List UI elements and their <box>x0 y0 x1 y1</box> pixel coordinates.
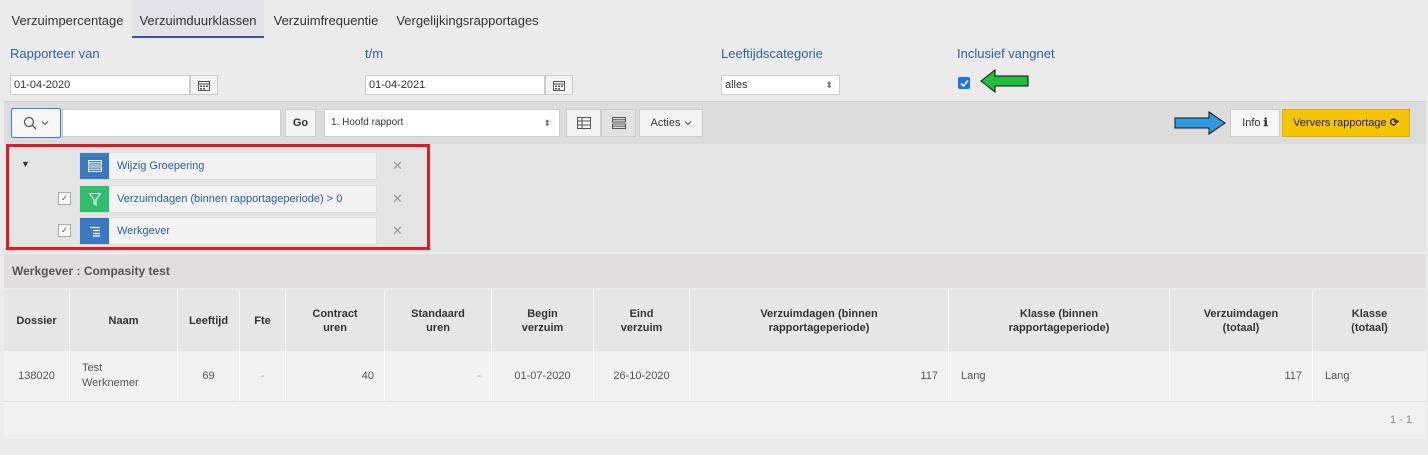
cell-fte: - <box>240 351 286 401</box>
green-arrow-annotation <box>980 69 1029 93</box>
vangnet-checkbox[interactable] <box>958 77 970 89</box>
chevron-down-icon <box>684 121 691 126</box>
search-input[interactable] <box>62 109 281 137</box>
table-row: 138020 Test Werknemer 69 - 40 - 01-07-20… <box>4 351 1426 401</box>
leeftijd-select[interactable]: alles ⬍ <box>721 75 840 95</box>
report-tabs: Verzuimpercentage Verzuimduurklassen Ver… <box>0 0 1428 38</box>
pagination-info: 1 - 1 <box>1389 414 1412 426</box>
tab-verzuimpercentage[interactable]: Verzuimpercentage <box>5 0 130 38</box>
select-arrows-icon: ⬍ <box>825 80 833 90</box>
report-select[interactable]: 1. Hoofd rapport ⬍ <box>324 109 560 137</box>
col-header-standaard-uren[interactable]: Standaard uren <box>385 290 492 351</box>
cell-eind-verzuim: 26-10-2020 <box>594 351 690 401</box>
acties-button[interactable]: Acties <box>639 109 703 137</box>
table-header: Dossier Naam Leeftijd Fte Contract uren … <box>4 290 1426 351</box>
col-header-eind-verzuim[interactable]: Eind verzuim <box>594 290 690 351</box>
vangnet-label: Inclusief vangnet <box>957 46 1055 61</box>
col-header-fte[interactable]: Fte <box>240 290 286 351</box>
col-header-dossier[interactable]: Dossier <box>4 290 70 351</box>
cell-contract-uren: 40 <box>286 351 385 401</box>
col-header-naam[interactable]: Naam <box>70 290 178 351</box>
cell-verzuimdagen-binnen: 117 <box>690 351 949 401</box>
chevron-down-icon <box>41 121 49 126</box>
calendar-icon[interactable] <box>190 75 218 95</box>
cell-naam: Test Werknemer <box>70 351 178 401</box>
rapporteer-van-input[interactable]: 01-04-2020 <box>10 75 190 95</box>
cell-leeftijd: 69 <box>178 351 240 401</box>
col-header-klasse-binnen[interactable]: Klasse (binnen rapportageperiode) <box>949 290 1170 351</box>
search-icon <box>23 116 37 130</box>
col-header-begin-verzuim[interactable]: Begin verzuim <box>492 290 594 351</box>
view-report-button[interactable] <box>566 109 601 137</box>
calendar-icon[interactable] <box>545 75 573 95</box>
refresh-report-button[interactable]: Ververs rapportage ⟳ <box>1282 109 1410 137</box>
info-label: Info <box>1242 117 1261 129</box>
cell-naam-line1: Test <box>82 362 103 374</box>
col-header-verzuimdagen-totaal[interactable]: Verzuimdagen (totaal) <box>1170 290 1313 351</box>
report-select-value: 1. Hoofd rapport <box>331 117 404 128</box>
col-header-verzuimdagen-binnen[interactable]: Verzuimdagen (binnen rapportageperiode) <box>690 290 949 351</box>
info-icon: ℹ <box>1263 116 1268 129</box>
tm-label: t/m <box>365 46 384 61</box>
tm-input[interactable]: 01-04-2021 <box>365 75 545 95</box>
cell-klasse-binnen: Lang <box>949 351 1170 401</box>
col-header-klasse-totaal[interactable]: Klasse (totaal) <box>1313 290 1426 351</box>
cell-naam-line2: Werknemer <box>82 377 139 389</box>
go-button[interactable]: Go <box>285 109 316 137</box>
cell-begin-verzuim: 01-07-2020 <box>492 351 594 401</box>
report-toolbar: Go 1. Hoofd rapport ⬍ Acties Info ℹ Verv… <box>4 101 1426 144</box>
refresh-label: Ververs rapportage <box>1293 117 1387 129</box>
search-column-button[interactable] <box>11 108 61 138</box>
info-button[interactable]: Info ℹ <box>1230 109 1280 137</box>
select-arrows-icon: ⬍ <box>543 118 551 128</box>
cell-klasse-totaal: Lang <box>1325 370 1350 382</box>
leeftijd-label: Leeftijdscategorie <box>721 46 823 61</box>
highlight-box-annotation <box>6 144 430 250</box>
cell-verzuimdagen-totaal: 117 <box>1170 351 1313 401</box>
acties-label: Acties <box>650 117 681 129</box>
control-break-header: Werkgever : Compasity test <box>4 254 1426 288</box>
col-header-leeftijd[interactable]: Leeftijd <box>178 290 240 351</box>
rapporteer-van-label: Rapporteer van <box>10 46 100 61</box>
group-view-icon <box>611 117 626 129</box>
cell-dossier: 138020 <box>4 351 70 401</box>
table-footer: 1 - 1 <box>4 401 1426 439</box>
refresh-icon: ⟳ <box>1389 117 1399 129</box>
col-header-contract-uren[interactable]: Contract uren <box>286 290 385 351</box>
tab-verzuimduurklassen[interactable]: Verzuimduurklassen <box>132 0 264 38</box>
blue-arrow-annotation <box>1174 111 1226 135</box>
cell-standaard-uren: - <box>385 351 492 401</box>
leeftijd-value: alles <box>725 79 748 91</box>
tab-vergelijkingsrapportages[interactable]: Vergelijkingsrapportages <box>390 0 545 38</box>
tab-verzuimfrequentie[interactable]: Verzuimfrequentie <box>266 0 386 38</box>
view-group-button[interactable] <box>601 109 636 137</box>
grid-view-icon <box>576 117 591 129</box>
